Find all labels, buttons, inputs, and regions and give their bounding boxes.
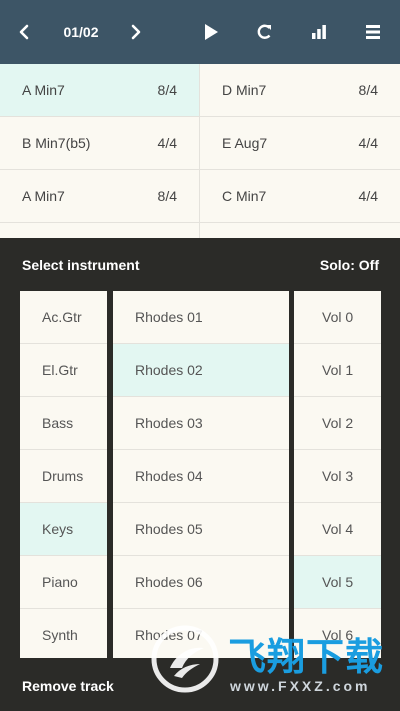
panel-title: Select instrument	[22, 257, 140, 273]
chord-grid: A Min7 8/4 D Min7 8/4 B Min7(b5) 4/4 E A…	[0, 64, 400, 238]
mixer-button[interactable]	[302, 0, 336, 64]
chord-cell[interactable]	[0, 223, 200, 238]
menu-icon	[366, 25, 380, 39]
instrument-list[interactable]: Ac.Gtr El.Gtr Bass Drums Keys Piano Synt…	[20, 291, 107, 658]
patch-list[interactable]: Rhodes 01 Rhodes 02 Rhodes 03 Rhodes 04 …	[113, 291, 289, 658]
volume-item[interactable]: Vol 0	[294, 291, 381, 344]
repeat-button[interactable]	[248, 0, 282, 64]
solo-toggle[interactable]: Solo: Off	[320, 257, 379, 273]
chord-name: E Aug7	[222, 135, 268, 151]
chord-row: B Min7(b5) 4/4 E Aug7 4/4	[0, 117, 400, 170]
chord-name: A Min7	[22, 188, 65, 204]
watermark-text: 飞翔下载	[228, 637, 385, 679]
play-button[interactable]	[194, 0, 228, 64]
chord-cell[interactable]: B Min7(b5) 4/4	[0, 117, 200, 170]
instrument-item[interactable]: Synth	[20, 609, 107, 658]
patch-item[interactable]: Rhodes 01	[113, 291, 289, 344]
chord-name: D Min7	[222, 82, 267, 98]
chord-meter: 4/4	[157, 135, 177, 151]
chevron-left-icon	[19, 24, 29, 40]
chord-cell[interactable]	[200, 223, 400, 238]
instrument-item-selected[interactable]: Keys	[20, 503, 107, 556]
chord-cell[interactable]: D Min7 8/4	[200, 64, 400, 117]
chord-meter: 4/4	[358, 135, 378, 151]
volume-list[interactable]: Vol 0 Vol 1 Vol 2 Vol 3 Vol 4 Vol 5 Vol …	[294, 291, 381, 658]
play-icon	[205, 24, 218, 40]
chord-name: C Min7	[222, 188, 267, 204]
chord-meter: 8/4	[358, 82, 378, 98]
instrument-item[interactable]: Bass	[20, 397, 107, 450]
menu-button[interactable]	[356, 0, 390, 64]
chord-row	[0, 223, 400, 238]
instrument-item[interactable]: Ac.Gtr	[20, 291, 107, 344]
watermark-url: www.FXXZ.com	[230, 678, 371, 694]
chord-cell[interactable]: E Aug7 4/4	[200, 117, 400, 170]
remove-track-button[interactable]: Remove track	[22, 678, 114, 694]
chord-meter: 8/4	[157, 82, 177, 98]
next-page-button[interactable]	[120, 0, 152, 64]
chord-name: A Min7	[22, 82, 65, 98]
bar-chart-icon	[312, 25, 326, 39]
volume-item-selected[interactable]: Vol 5	[294, 556, 381, 609]
volume-item[interactable]: Vol 3	[294, 450, 381, 503]
volume-item[interactable]: Vol 2	[294, 397, 381, 450]
chord-cell[interactable]: C Min7 4/4	[200, 170, 400, 223]
watermark-logo-icon	[151, 625, 219, 693]
chord-row: A Min7 8/4 C Min7 4/4	[0, 170, 400, 223]
chord-cell[interactable]: A Min7 8/4	[0, 170, 200, 223]
chord-cell[interactable]: A Min7 8/4	[0, 64, 200, 117]
patch-item[interactable]: Rhodes 04	[113, 450, 289, 503]
chord-meter: 4/4	[358, 188, 378, 204]
toolbar: 01/02	[0, 0, 400, 64]
chord-row: A Min7 8/4 D Min7 8/4	[0, 64, 400, 117]
patch-item[interactable]: Rhodes 06	[113, 556, 289, 609]
previous-page-button[interactable]	[8, 0, 40, 64]
page-indicator: 01/02	[63, 24, 99, 40]
instrument-item[interactable]: Drums	[20, 450, 107, 503]
chevron-right-icon	[131, 24, 141, 40]
patch-item[interactable]: Rhodes 05	[113, 503, 289, 556]
volume-item[interactable]: Vol 1	[294, 344, 381, 397]
volume-item[interactable]: Vol 4	[294, 503, 381, 556]
patch-item[interactable]: Rhodes 03	[113, 397, 289, 450]
patch-item-selected[interactable]: Rhodes 02	[113, 344, 289, 397]
chord-meter: 8/4	[157, 188, 177, 204]
instrument-item[interactable]: El.Gtr	[20, 344, 107, 397]
refresh-icon	[257, 24, 271, 39]
watermark: 飞翔下载 www.FXXZ.com	[150, 620, 400, 711]
chord-name: B Min7(b5)	[22, 135, 91, 151]
instrument-item[interactable]: Piano	[20, 556, 107, 609]
